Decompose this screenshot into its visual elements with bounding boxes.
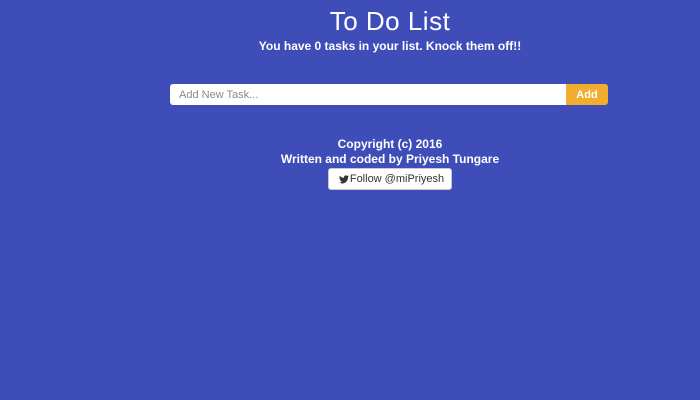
follow-button-label: Follow @miPriyesh xyxy=(349,173,445,185)
footer: Copyright (c) 2016 Written and coded by … xyxy=(0,137,700,190)
twitter-bird-icon xyxy=(338,174,349,184)
task-count-subtitle: You have 0 tasks in your list. Knock the… xyxy=(258,39,522,53)
copyright-text: Copyright (c) 2016 xyxy=(337,137,443,151)
page-title: To Do List xyxy=(329,6,451,36)
new-task-input[interactable] xyxy=(170,84,566,105)
author-credit-text: Written and coded by Priyesh Tungare xyxy=(280,152,500,166)
add-task-button[interactable]: Add xyxy=(566,84,608,105)
twitter-follow-button[interactable]: Follow @miPriyesh xyxy=(327,168,453,190)
add-task-form: Add xyxy=(170,84,608,105)
